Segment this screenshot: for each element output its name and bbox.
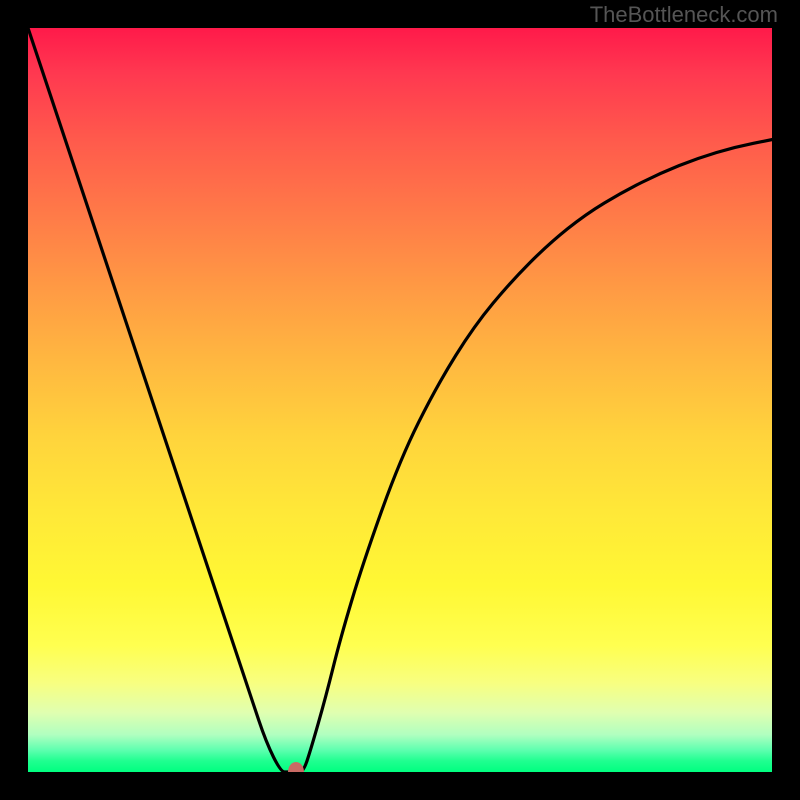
plot-area (28, 28, 772, 772)
watermark: TheBottleneck.com (590, 2, 778, 28)
curve-svg (28, 28, 772, 772)
bottleneck-curve (28, 28, 772, 772)
